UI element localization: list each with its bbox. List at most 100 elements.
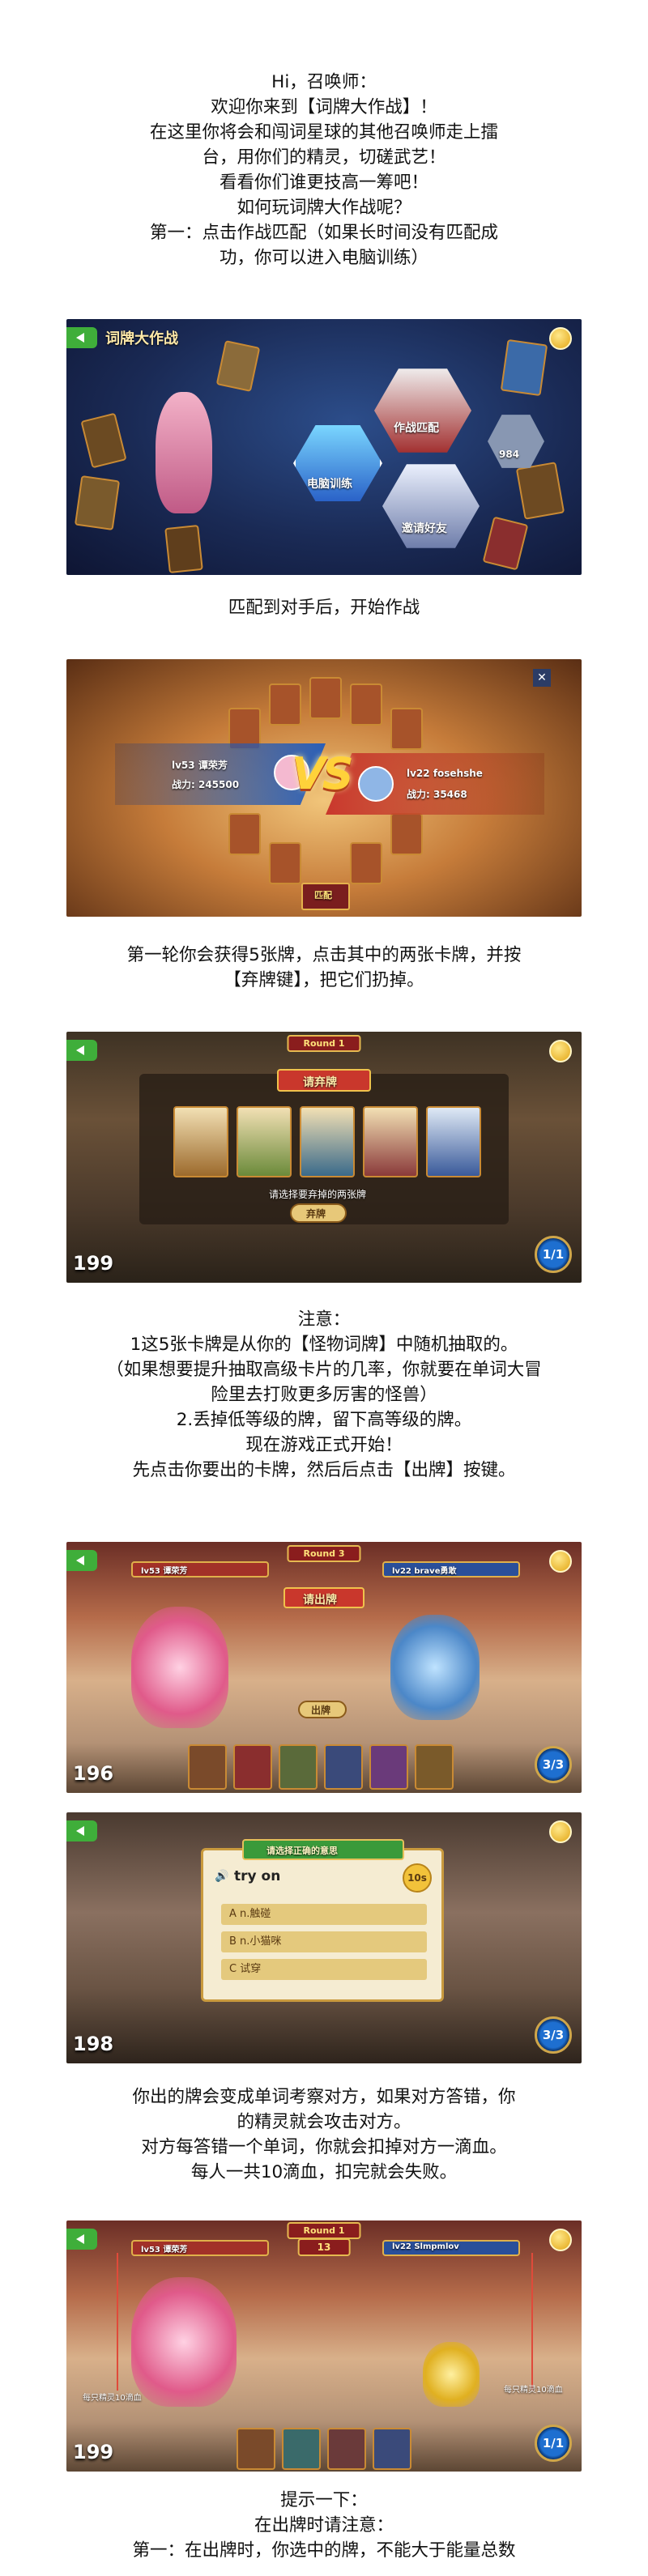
answer-option-a[interactable]: A n.触碰 — [221, 1904, 427, 1925]
caption-5-line: 你出的牌会变成单词考察对方，如果对方答错，你 — [132, 2087, 516, 2107]
vs-mark: VS — [292, 748, 354, 799]
hand-card[interactable] — [373, 2428, 411, 2470]
turn-counter: 13 — [297, 2238, 351, 2256]
card-count: 199 — [73, 2441, 114, 2463]
right-player-power: 战力: 35468 — [407, 789, 467, 800]
energy-orb: 1/1 — [535, 2425, 572, 2462]
play-button[interactable]: 出牌 — [298, 1701, 347, 1718]
left-hp-note: 每只精灵10滴血 — [83, 2394, 142, 2403]
right-player-name: lv22 fosehshe — [407, 768, 483, 779]
hand-card[interactable] — [363, 1106, 418, 1177]
back-button[interactable] — [66, 1820, 97, 1842]
intro-line: 功，你可以进入电脑训练） — [219, 248, 428, 268]
question-banner: 请选择正确的意思 — [242, 1839, 404, 1860]
coin-icon[interactable] — [549, 1040, 572, 1062]
play-banner: 请出牌 — [284, 1587, 364, 1608]
counter-value: 984 — [499, 449, 520, 460]
intro-line: 欢迎你来到【词牌大作战】！ — [211, 97, 437, 117]
intro-line: 台，用你们的精灵，切磋武艺！ — [202, 147, 446, 168]
opponent-spirit — [423, 2342, 480, 2407]
hand-card[interactable] — [300, 1106, 355, 1177]
intro-line: 第一：点击作战匹配（如果长时间没有匹配成 — [149, 223, 498, 243]
coin-icon[interactable] — [549, 2229, 572, 2251]
left-player-power: 战力: 245500 — [172, 779, 240, 790]
discard-prompt: 请选择要弃掉的两张牌 — [269, 1189, 367, 1200]
hand-card[interactable] — [233, 1744, 272, 1790]
floating-card — [500, 338, 548, 397]
hex-pc-training[interactable]: 电脑训练 — [293, 425, 382, 501]
left-hp-bar: lv53 谭荣芳 — [131, 1561, 269, 1578]
answer-option-b[interactable]: B n.小猫咪 — [221, 1931, 427, 1952]
back-button[interactable] — [66, 1550, 97, 1571]
round-badge: Round 1 — [287, 2222, 361, 2239]
notes-line: 注意： — [297, 1309, 351, 1330]
caption-5-line: 对方每答错一个单词，你就会扣掉对方一滴血。 — [141, 2137, 507, 2157]
energy-orb: 1/1 — [535, 1236, 572, 1273]
notes-line: 先点击你要出的卡牌，然后后点击【出牌】按键。 — [132, 1460, 516, 1480]
ring-card — [350, 683, 382, 726]
opponent-spirit — [390, 1615, 480, 1720]
left-hp-bar: lv53 谭荣芳 — [131, 2240, 269, 2256]
hex-invite-friend[interactable]: 邀请好友 — [382, 464, 480, 548]
close-icon[interactable]: ✕ — [533, 669, 551, 687]
question-word: try on — [234, 1868, 281, 1884]
hand-card[interactable] — [188, 1744, 227, 1790]
left-player-name: lv53 谭荣芳 — [172, 760, 228, 771]
discard-banner-label: 请弃牌 — [303, 1076, 337, 1089]
ring-card — [269, 683, 301, 726]
hand-card[interactable] — [282, 2428, 321, 2470]
caption-2-line: 【弃牌键】，把它们扔掉。 — [224, 970, 424, 990]
right-hp-note: 每只精灵10滴血 — [504, 2386, 563, 2395]
notes-line: （如果想要提升抽取高级卡片的几率，你就要在单词大冒 — [106, 1360, 542, 1380]
notes-text: 注意： 1这5张卡牌是从你的【怪物词牌】中随机抽取的。 （如果想要提升抽取高级卡… — [65, 1307, 583, 1483]
left-hp-line — [117, 2253, 118, 2391]
caption-5-line: 的精灵就会攻击对方。 — [237, 2112, 411, 2132]
round-badge: Round 1 — [287, 1035, 361, 1052]
caption-2-line: 第一轮你会获得5张牌，点击其中的两张卡牌，并按 — [126, 945, 522, 965]
hand-card[interactable] — [237, 1106, 292, 1177]
floating-card — [215, 340, 261, 392]
hand-card[interactable] — [279, 1744, 318, 1790]
screenshot-play-card: Round 3 lv53 谭荣芳 lv22 brave勇敢 请出牌 出牌 196… — [66, 1542, 582, 1793]
discard-button[interactable]: 弃牌 — [290, 1203, 347, 1223]
ring-card — [269, 842, 301, 884]
tips-line: 在出牌时请注意： — [254, 2515, 394, 2536]
coin-icon[interactable] — [549, 327, 572, 350]
back-button[interactable] — [66, 1040, 97, 1061]
ring-card — [390, 708, 423, 750]
countdown-timer: 10s — [403, 1863, 432, 1893]
hex-battle-match-label: 作战匹配 — [394, 422, 439, 435]
hand-card[interactable] — [415, 1744, 454, 1790]
right-hp-line — [531, 2253, 533, 2391]
caption-5-line: 每人一共10滴血，扣完就会失败。 — [190, 2162, 458, 2182]
energy-orb: 3/3 — [535, 2016, 572, 2054]
play-banner-label: 请出牌 — [303, 1594, 337, 1607]
back-button[interactable] — [66, 327, 97, 348]
caption-2: 第一轮你会获得5张牌，点击其中的两张卡牌，并按 【弃牌键】，把它们扔掉。 — [65, 943, 583, 993]
hand-card[interactable] — [173, 1106, 228, 1177]
hex-battle-match[interactable]: 作战匹配 — [374, 368, 471, 453]
hex-pc-training-label: 电脑训练 — [307, 478, 352, 491]
hand-card[interactable] — [237, 2428, 275, 2470]
hand-card[interactable] — [324, 1744, 363, 1790]
answer-option-c[interactable]: C 试穿 — [221, 1959, 427, 1980]
right-player-banner: lv22 fosehshe 战力: 35468 — [326, 753, 544, 815]
left-player-name: lv53 谭荣芳 — [141, 2246, 188, 2255]
discard-banner: 请弃牌 — [277, 1069, 371, 1092]
ring-card — [309, 677, 342, 719]
speaker-icon[interactable]: 🔊 — [215, 1870, 228, 1883]
caption-5: 你出的牌会变成单词考察对方，如果对方答错，你 的精灵就会攻击对方。 对方每答错一… — [65, 2084, 583, 2185]
hand-card[interactable] — [426, 1106, 481, 1177]
counter-hex: 984 — [488, 415, 544, 468]
floating-card — [482, 516, 529, 571]
question-banner-label: 请选择正确的意思 — [266, 1846, 338, 1856]
notes-line: 现在游戏正式开始！ — [245, 1435, 403, 1455]
hand-card[interactable] — [369, 1744, 408, 1790]
coin-icon[interactable] — [549, 1820, 572, 1843]
hand-card[interactable] — [327, 2428, 366, 2470]
coin-icon[interactable] — [549, 1550, 572, 1573]
back-button[interactable] — [66, 2229, 97, 2250]
intro-line: 在这里你将会和闯词星球的其他召唤师走上擂 — [149, 122, 498, 143]
floating-card — [80, 412, 127, 469]
energy-orb: 3/3 — [535, 1746, 572, 1783]
